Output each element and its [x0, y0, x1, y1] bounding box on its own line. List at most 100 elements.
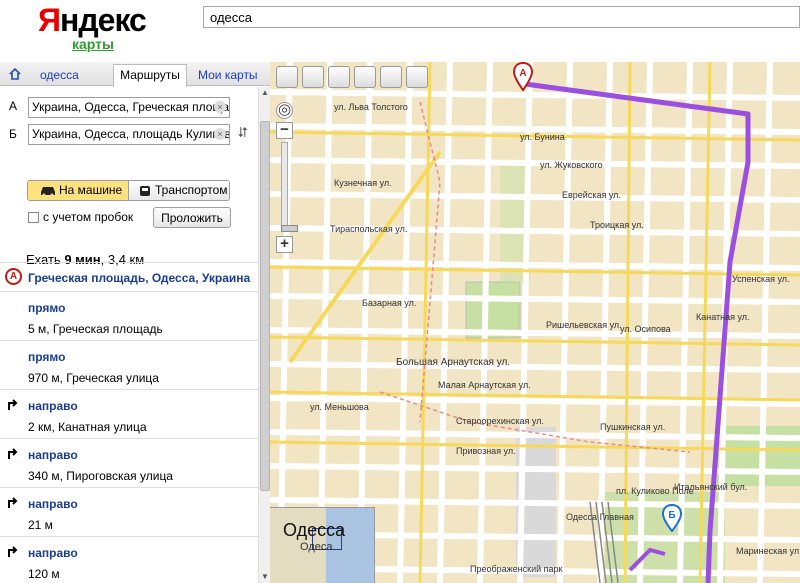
- step-detail: 2 км, Канатная улица: [28, 420, 147, 434]
- tab-bar: одесса Маршруты Мои карты: [0, 62, 270, 87]
- route-step[interactable]: прямо 970 м, Греческая улица: [0, 340, 258, 389]
- transport-mode-switch: На машине Транспортом: [27, 180, 230, 201]
- step-action[interactable]: направо: [28, 546, 78, 560]
- build-route-button[interactable]: Проложить: [153, 207, 231, 228]
- tab-my-maps[interactable]: Мои карты: [198, 66, 258, 86]
- step-action[interactable]: направо: [28, 497, 78, 511]
- left-panel: одесса Маршруты Мои карты А Украина, Оде…: [0, 62, 270, 583]
- street-label: Троицкая ул.: [590, 220, 644, 230]
- start-marker-icon: A: [5, 268, 22, 285]
- tab-routes[interactable]: Маршруты: [113, 64, 187, 87]
- minimap[interactable]: Одесса Одеса: [270, 507, 375, 583]
- step-action[interactable]: направо: [28, 448, 78, 462]
- mode-car-button[interactable]: На машине: [28, 181, 129, 200]
- clear-icon[interactable]: ×: [214, 128, 226, 140]
- step-action[interactable]: прямо: [28, 350, 65, 364]
- traffic-label: с учетом пробок: [43, 210, 134, 224]
- street-label: Тираспольская ул.: [330, 224, 408, 234]
- scroll-down-arrow-icon[interactable]: ▼: [260, 572, 270, 582]
- zoom-knob[interactable]: [281, 225, 298, 232]
- turn-right-icon: [8, 399, 18, 410]
- street-label: Староорехинская ул.: [456, 416, 544, 426]
- route-step[interactable]: направо 21 м: [0, 487, 258, 536]
- turn-right-icon: [8, 448, 18, 459]
- mode-transit-button[interactable]: Транспортом: [129, 181, 229, 200]
- tab-home[interactable]: одесса: [40, 66, 79, 86]
- bus-icon: [140, 186, 150, 196]
- from-value: Украина, Одесса, Греческая площадь: [32, 100, 230, 114]
- route-step[interactable]: прямо 5 м, Греческая площадь: [0, 291, 258, 340]
- step-detail: 120 м: [28, 567, 60, 581]
- clear-icon[interactable]: ×: [214, 101, 226, 113]
- minimap-title: Одесса: [283, 520, 346, 540]
- step-action[interactable]: прямо: [28, 301, 65, 315]
- route-step[interactable]: направо 120 м: [0, 536, 258, 583]
- marker-b-icon[interactable]: Б: [661, 504, 683, 532]
- street-label: ул. Осипова: [620, 324, 671, 334]
- map-view[interactable]: ул. Жуковского ул. Бунина Троицкая ул. Б…: [270, 62, 800, 583]
- zoom-out-button[interactable]: −: [276, 122, 293, 139]
- street-label: Малая Арнаутская ул.: [438, 380, 531, 390]
- select-icon[interactable]: [406, 66, 428, 88]
- to-input[interactable]: Украина, Одесса, площадь Куликово поле ×: [28, 124, 230, 145]
- zoom-control: ◎ − +: [276, 102, 298, 253]
- ruler-icon[interactable]: [328, 66, 350, 88]
- marker-b-label: Б: [668, 510, 675, 521]
- marker-a-label: А: [519, 68, 526, 79]
- street-label: пл. Куликово Поле: [616, 486, 694, 496]
- step-detail: 970 м, Греческая улица: [28, 371, 159, 385]
- scrollbar[interactable]: ▲ ▼: [258, 87, 270, 583]
- traffic-icon[interactable]: [380, 66, 402, 88]
- route-step[interactable]: направо 2 км, Канатная улица: [0, 389, 258, 438]
- car-icon: [41, 187, 55, 196]
- street-label: ул. Жуковского: [540, 160, 603, 170]
- step-action[interactable]: направо: [28, 399, 78, 413]
- point-b-label: Б: [9, 127, 17, 141]
- yandex-logo[interactable]: Яндекс: [38, 2, 147, 38]
- maps-link[interactable]: карты: [72, 36, 114, 52]
- zoom-area-icon[interactable]: [302, 66, 324, 88]
- street-label: ул. Бунина: [520, 132, 565, 142]
- route-tool-icon[interactable]: [354, 66, 376, 88]
- from-input[interactable]: Украина, Одесса, Греческая площадь ×: [28, 97, 230, 118]
- logo-first-letter: Я: [38, 2, 61, 38]
- traffic-checkbox[interactable]: [28, 212, 39, 223]
- point-a-label: А: [9, 99, 18, 113]
- swap-icon[interactable]: ⮃: [236, 125, 250, 157]
- mode-transit-label: Транспортом: [155, 183, 228, 197]
- scroll-up-arrow-icon[interactable]: ▲: [260, 88, 270, 98]
- hand-icon[interactable]: [276, 66, 298, 88]
- mode-car-label: На машине: [59, 183, 123, 197]
- route-step[interactable]: направо 340 м, Пироговская улица: [0, 438, 258, 487]
- step-detail: 5 м, Греческая площадь: [28, 322, 163, 336]
- step-detail: 340 м, Пироговская улица: [28, 469, 173, 483]
- start-row[interactable]: A Греческая площадь, Одесса, Украина: [0, 262, 258, 291]
- zoom-slider[interactable]: [281, 142, 298, 232]
- turn-right-icon: [8, 497, 18, 508]
- turn-right-icon: [8, 546, 18, 557]
- street-label: Еврейская ул.: [562, 190, 621, 200]
- street-label: ул. Меньшова: [310, 402, 369, 412]
- search-input[interactable]: одесса: [203, 6, 800, 28]
- step-detail: 21 м: [28, 518, 53, 532]
- marker-a-icon[interactable]: А: [512, 62, 534, 92]
- locate-icon[interactable]: ◎: [276, 102, 293, 119]
- street-label: Преображенский парк: [470, 564, 563, 574]
- street-label: Успенская ул.: [732, 274, 790, 284]
- zoom-in-button[interactable]: +: [276, 236, 293, 253]
- start-address[interactable]: Греческая площадь, Одесса, Украина: [28, 271, 250, 285]
- street-label: Кузнечная ул.: [334, 178, 392, 188]
- scroll-thumb[interactable]: [260, 121, 270, 491]
- street-label: ул. Льва Толстого: [334, 102, 408, 112]
- logo-rest: ндекс: [60, 2, 147, 38]
- street-label: Привозная ул.: [456, 446, 516, 456]
- street-label: Канатная ул.: [696, 312, 750, 322]
- street-label: Базарная ул.: [362, 298, 417, 308]
- header: Яндекс карты одесса: [0, 0, 800, 62]
- street-label: Одесса Главная: [566, 512, 634, 522]
- street-label: Маринеская ул.: [736, 546, 800, 556]
- route-steps: A Греческая площадь, Одесса, Украина пря…: [0, 262, 258, 583]
- route-form: А Украина, Одесса, Греческая площадь × Б…: [0, 87, 258, 267]
- street-label: Ришельевская ул.: [546, 320, 622, 330]
- home-icon[interactable]: [9, 68, 21, 80]
